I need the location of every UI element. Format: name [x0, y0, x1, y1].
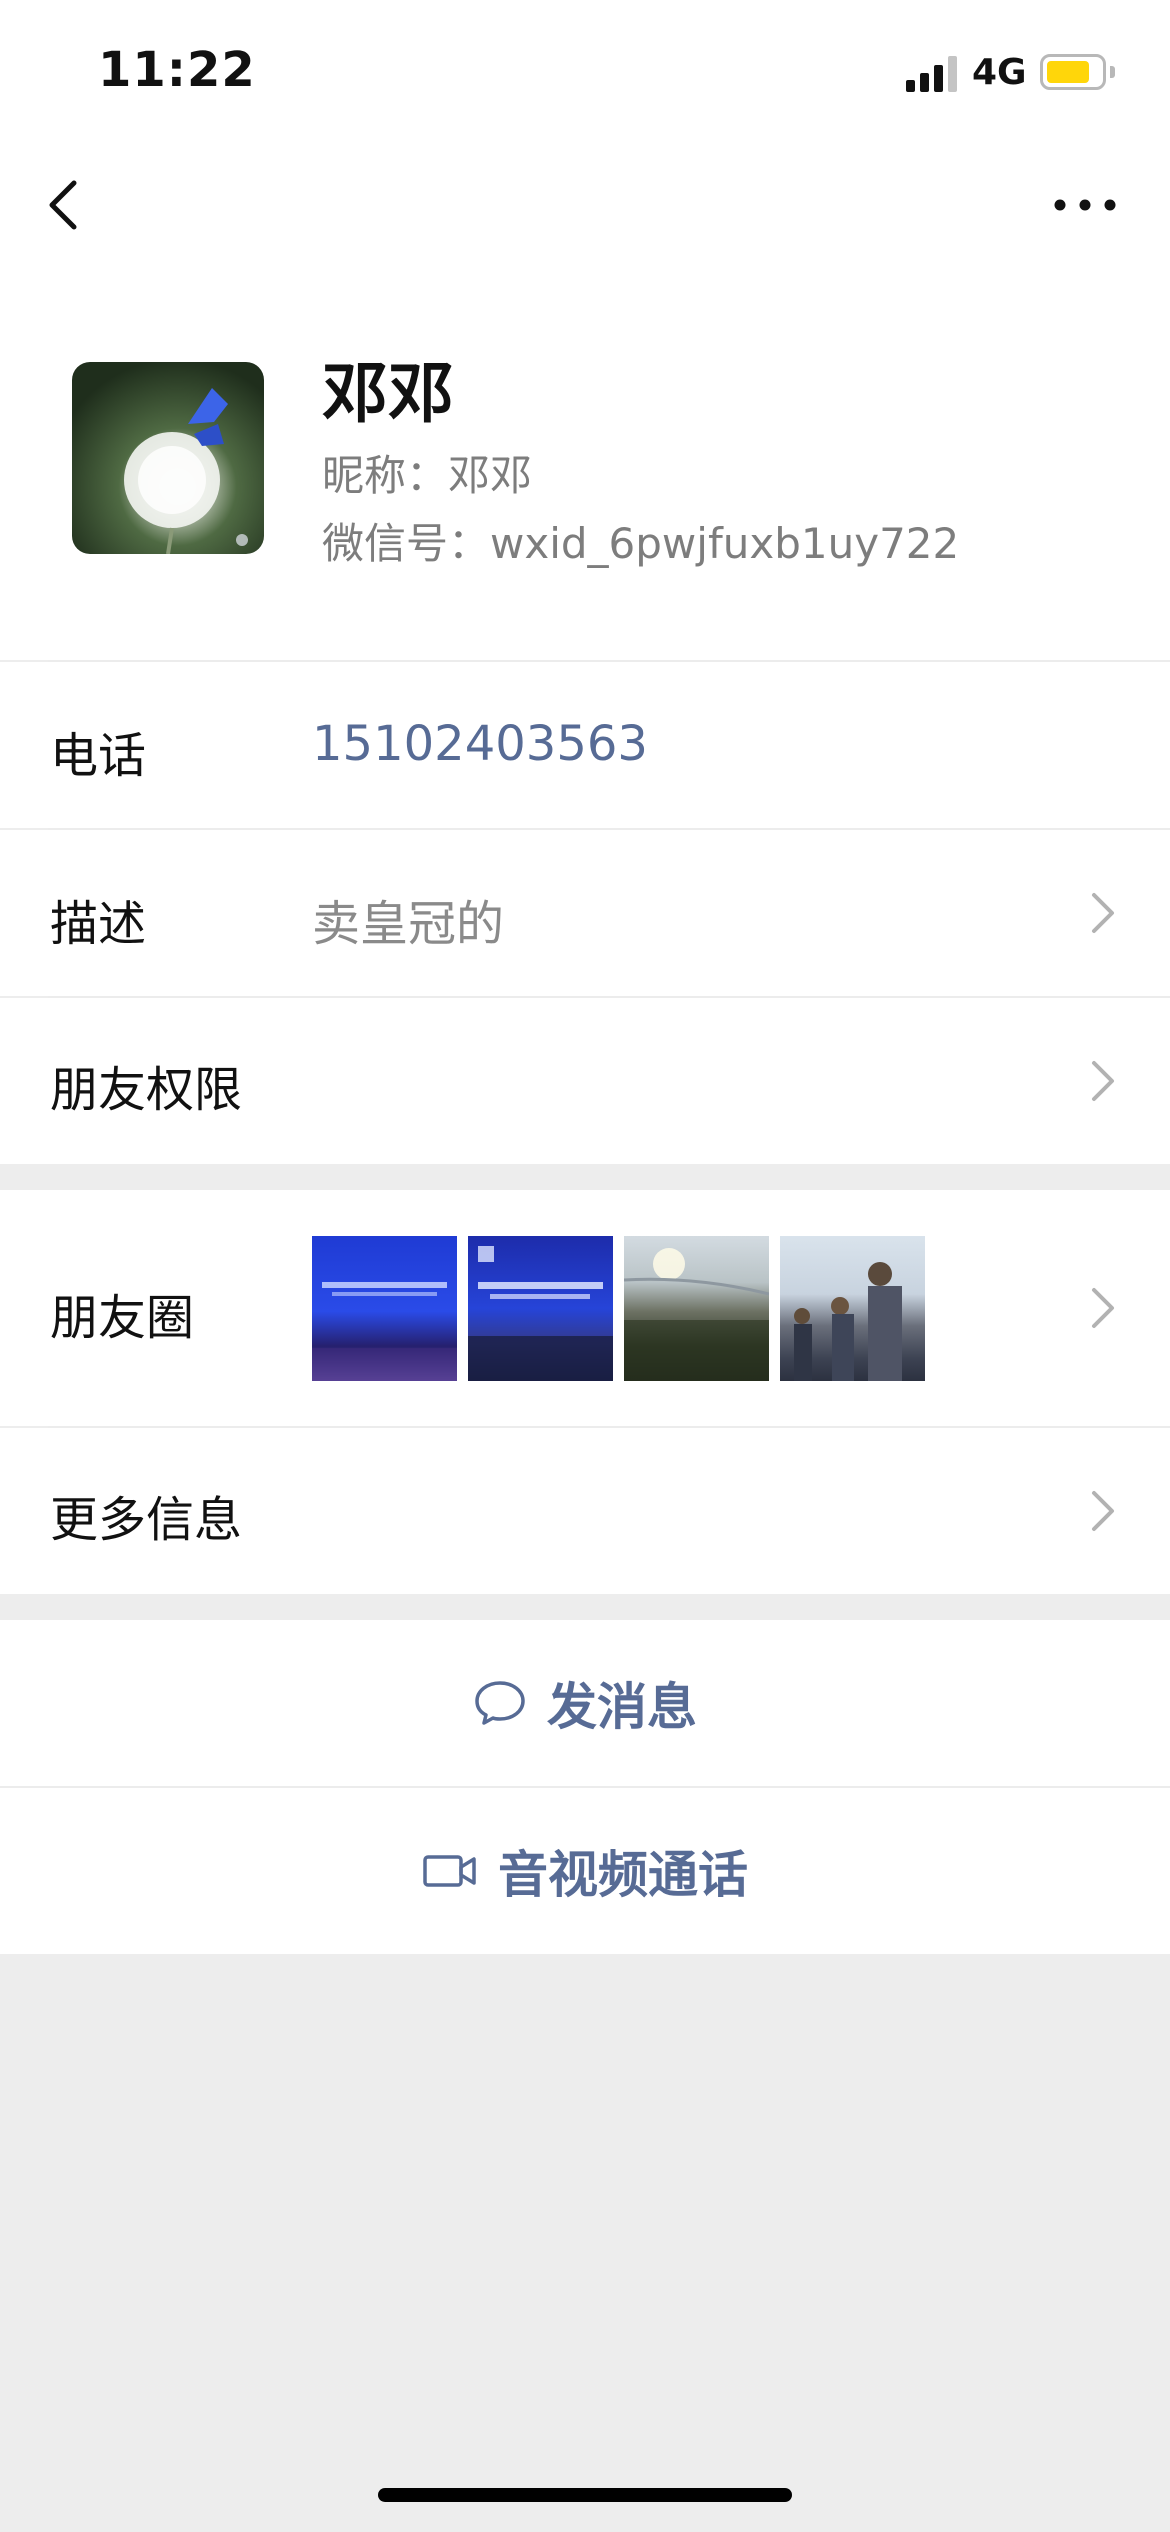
- friend-permissions-label: 朋友权限: [50, 1062, 243, 1118]
- more-info-row[interactable]: 更多信息: [0, 1428, 1170, 1594]
- profile-header: 邓邓 昵称：邓邓 微信号：wxid_6pwjfuxb1uy722: [0, 270, 1170, 660]
- video-call-button[interactable]: 音视频通话: [0, 1788, 1170, 1954]
- phone-row[interactable]: 电话 15102403563: [0, 662, 1170, 828]
- chevron-right-icon: [1092, 1491, 1114, 1531]
- description-label: 描述: [50, 896, 147, 952]
- status-time: 11:22: [98, 42, 256, 98]
- video-call-label: 音视频通话: [498, 1846, 748, 1904]
- battery-tip: [1110, 66, 1115, 78]
- moments-row[interactable]: 朋友圈: [0, 1190, 1170, 1426]
- chevron-right-icon: [1092, 893, 1114, 933]
- wxid-label: 微信号：: [322, 519, 491, 568]
- moments-thumbnails: [312, 1236, 925, 1382]
- send-message-button[interactable]: 发消息: [0, 1620, 1170, 1786]
- stage-photo: [468, 1246, 613, 1381]
- wxid-value: wxid_6pwjfuxb1uy722: [490, 519, 960, 568]
- status-bar: 11:22 4G: [0, 0, 1170, 140]
- moment-thumbnail: [624, 1236, 769, 1381]
- moments-label: 朋友圈: [50, 1290, 195, 1346]
- battery-level-fill: [1047, 61, 1089, 83]
- nickname-label: 昵称：: [322, 451, 449, 500]
- chevron-left-icon[interactable]: [40, 175, 90, 235]
- send-message-label: 发消息: [547, 1678, 697, 1736]
- battery-icon: [1040, 54, 1106, 90]
- section-gap: [0, 1594, 1170, 1620]
- network-type: 4G: [972, 52, 1027, 93]
- moment-thumbnail: [468, 1236, 613, 1381]
- contact-name: 邓邓: [322, 355, 454, 432]
- contact-profile-screen: 11:22 4G 邓邓 昵称：邓邓 微信号：wxid_6pwjfuxb1uy72…: [0, 0, 1170, 2532]
- chat-bubble-icon: [475, 1681, 525, 1725]
- section-gap: [0, 1164, 1170, 1190]
- conference-photo: [312, 1282, 457, 1381]
- wxid-row: 微信号：wxid_6pwjfuxb1uy722: [322, 510, 959, 571]
- more-info-label: 更多信息: [50, 1492, 243, 1548]
- chevron-right-icon: [1092, 1061, 1114, 1101]
- butterfly-dandelion-image: [124, 388, 248, 554]
- home-indicator[interactable]: [378, 2488, 792, 2502]
- moment-thumbnail: [312, 1236, 457, 1381]
- nickname-value: 邓邓: [448, 451, 533, 500]
- friend-permissions-row[interactable]: 朋友权限: [0, 998, 1170, 1164]
- description-row[interactable]: 描述 卖皇冠的: [0, 830, 1170, 996]
- nickname-row: 昵称：邓邓: [322, 442, 532, 503]
- avatar[interactable]: [72, 362, 264, 554]
- people-photo: [794, 1262, 902, 1381]
- ellipsis-icon[interactable]: [1050, 185, 1120, 225]
- send-message-content: 发消息: [0, 1620, 1170, 1786]
- moment-thumbnail: [780, 1236, 925, 1381]
- description-value: 卖皇冠的: [312, 896, 505, 952]
- video-call-content: 音视频通话: [0, 1788, 1170, 1954]
- cellular-signal-icon: [906, 56, 957, 92]
- chevron-right-icon: [1092, 1288, 1114, 1328]
- phone-value[interactable]: 15102403563: [312, 716, 648, 772]
- phone-label: 电话: [50, 728, 147, 784]
- nav-bar: [0, 140, 1170, 270]
- greenhouse-photo: [624, 1248, 769, 1381]
- video-camera-icon: [423, 1855, 476, 1887]
